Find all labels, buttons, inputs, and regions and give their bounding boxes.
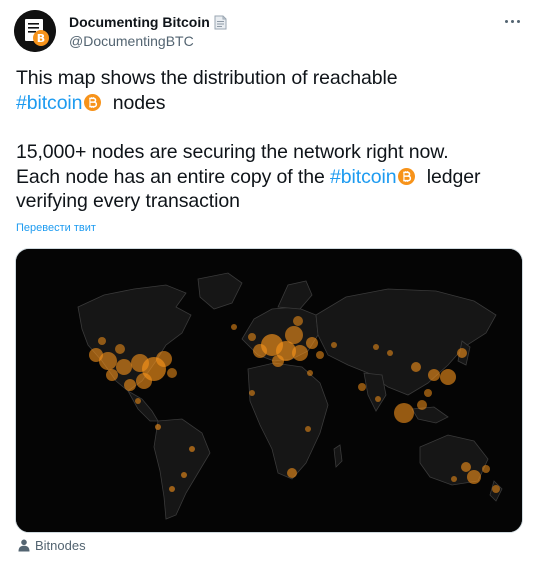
world-map-image <box>16 249 522 532</box>
attribution-label: Bitnodes <box>35 538 86 553</box>
more-horizontal-icon <box>504 19 508 23</box>
media-attribution[interactable]: Bitnodes <box>18 538 86 553</box>
document-emoji-icon <box>214 15 227 29</box>
bitcoin-emoji-icon <box>398 167 416 185</box>
author-names: Documenting Bitcoin @DocumentingBTC <box>69 12 227 49</box>
translate-tweet-link[interactable]: Перевести твит <box>16 222 96 234</box>
bitcoin-document-avatar-icon: B <box>14 10 56 52</box>
display-name[interactable]: Documenting Bitcoin <box>69 14 210 30</box>
tweet-header: B Documenting Bitcoin @DocumentingBTC <box>14 10 527 54</box>
svg-text:B: B <box>37 32 45 45</box>
tweet-text: This map shows the distribution of reach… <box>16 66 521 214</box>
tweet-card: B Documenting Bitcoin @DocumentingBTC Th… <box>0 0 537 565</box>
map-image[interactable] <box>15 248 523 533</box>
hashtag-link[interactable]: #bitcoin <box>330 166 397 188</box>
avatar[interactable]: B <box>14 10 56 52</box>
tweet-line-text: Each node has an entire copy of the <box>16 165 331 188</box>
person-icon <box>18 539 30 552</box>
more-options-button[interactable] <box>501 12 523 30</box>
tweet-line: This map shows the distribution of reach… <box>16 67 398 89</box>
bitcoin-emoji-icon <box>84 93 102 111</box>
hashtag-link[interactable]: #bitcoin <box>16 92 83 114</box>
author-handle[interactable]: @DocumentingBTC <box>69 33 227 49</box>
tweet-line-text: ledger <box>421 165 481 188</box>
tweet-line: verifying every transaction <box>16 190 240 212</box>
tweet-line: Each node has an entire copy of the #bit… <box>16 165 521 190</box>
tweet-line-text: nodes <box>107 91 166 114</box>
tweet-line: 15,000+ nodes are securing the network r… <box>16 141 449 163</box>
tweet-line: #bitcoin nodes <box>16 91 521 116</box>
